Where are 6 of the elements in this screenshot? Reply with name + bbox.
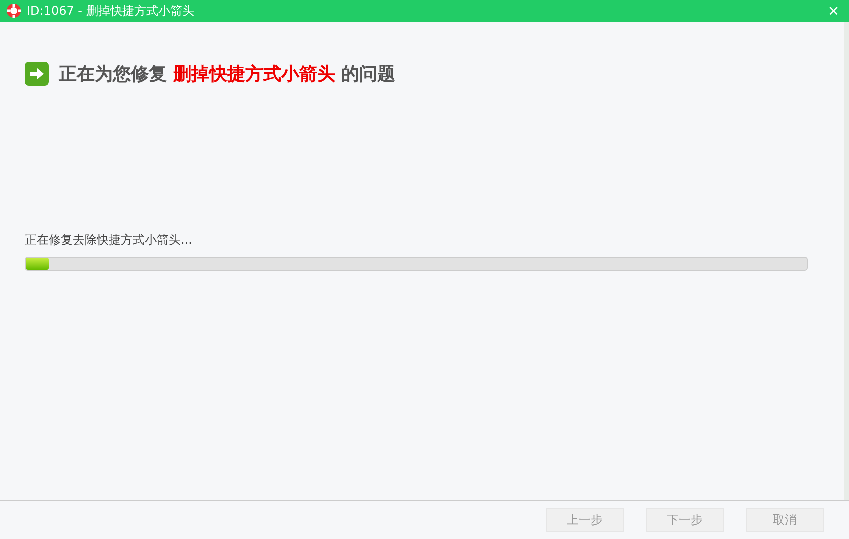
heading-text: 正在为您修复 删掉快捷方式小箭头 的问题 bbox=[59, 63, 396, 86]
close-button[interactable]: × bbox=[824, 2, 843, 20]
window-title: ID:1067 - 删掉快捷方式小箭头 bbox=[27, 2, 196, 20]
arrow-right-icon bbox=[25, 62, 49, 86]
lifebuoy-icon bbox=[6, 3, 22, 19]
progress-label: 正在修复去除快捷方式小箭头... bbox=[25, 232, 194, 249]
